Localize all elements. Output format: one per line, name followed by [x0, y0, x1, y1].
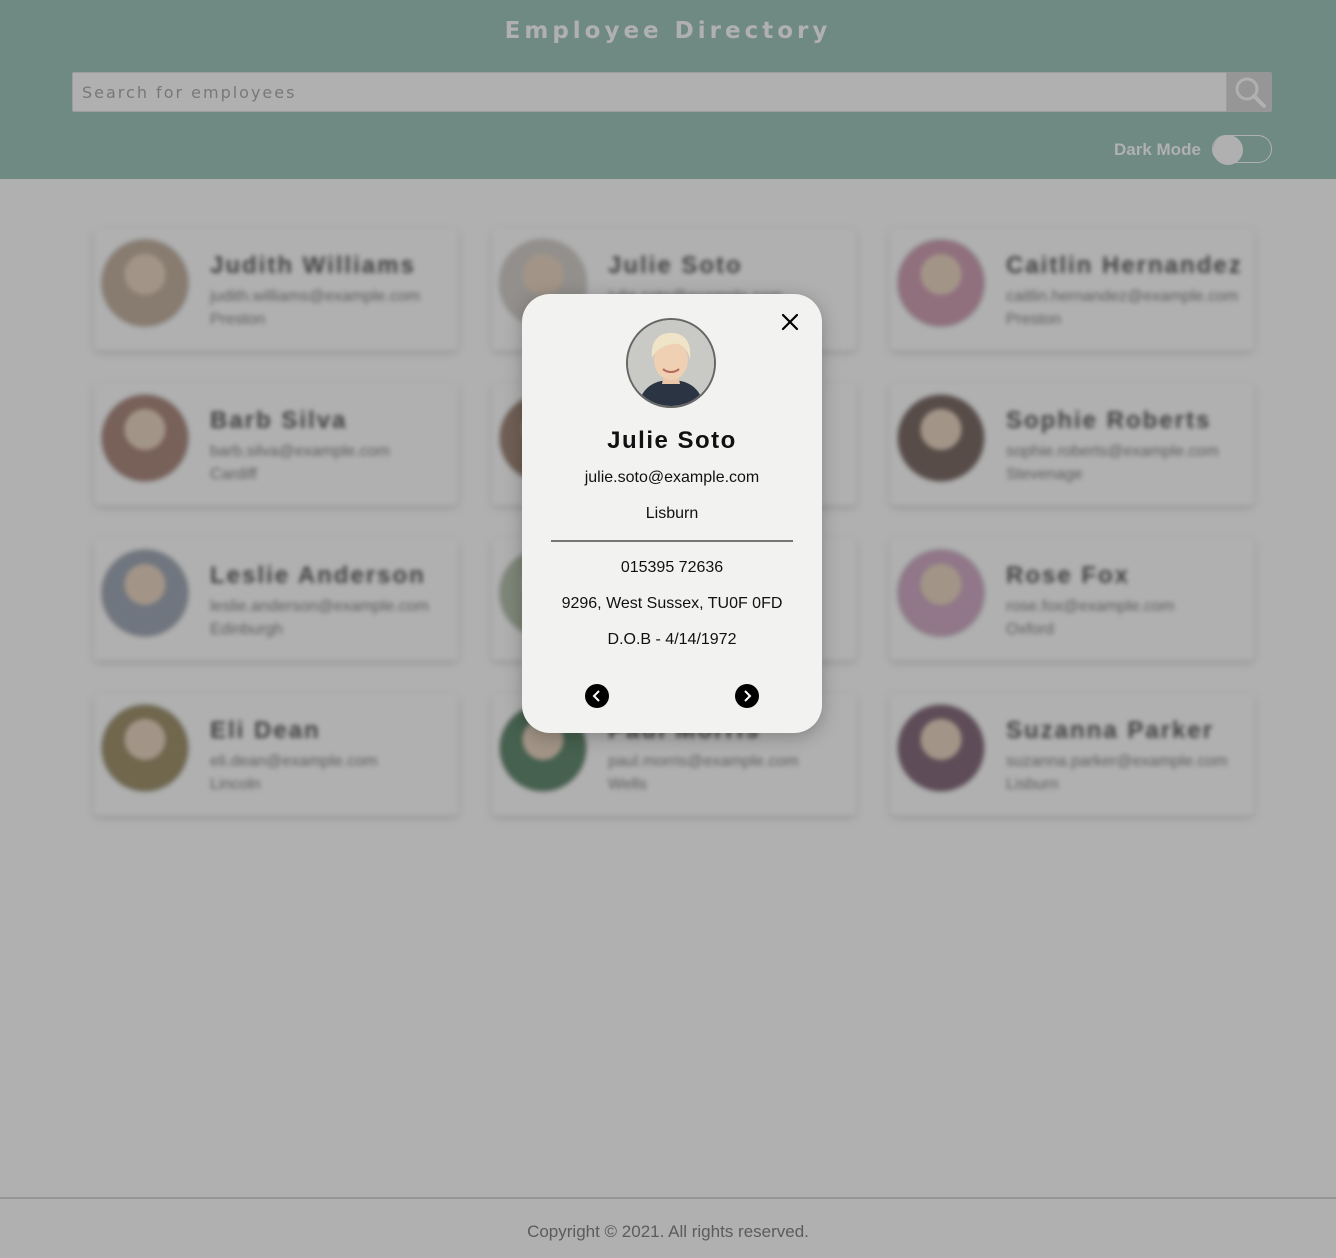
modal-employee-phone: 015395 72636 — [620, 559, 724, 576]
modal-employee-dob: D.O.B - 4/14/1972 — [607, 631, 737, 648]
chevron-right-icon — [744, 690, 752, 702]
modal-divider — [551, 540, 793, 542]
modal-employee-name: Julie Soto — [607, 427, 737, 454]
employee-modal: Julie Soto julie.soto@example.com Lisbur… — [522, 294, 822, 733]
next-employee-button[interactable] — [735, 684, 759, 708]
modal-employee-address: 9296, West Sussex, TU0F 0FD — [561, 595, 783, 612]
prev-employee-button[interactable] — [585, 684, 609, 708]
modal-employee-email: julie.soto@example.com — [584, 469, 760, 486]
close-icon[interactable] — [778, 310, 802, 334]
modal-employee-city: Lisburn — [645, 505, 699, 522]
chevron-left-icon — [592, 690, 600, 702]
modal-avatar — [626, 318, 716, 408]
